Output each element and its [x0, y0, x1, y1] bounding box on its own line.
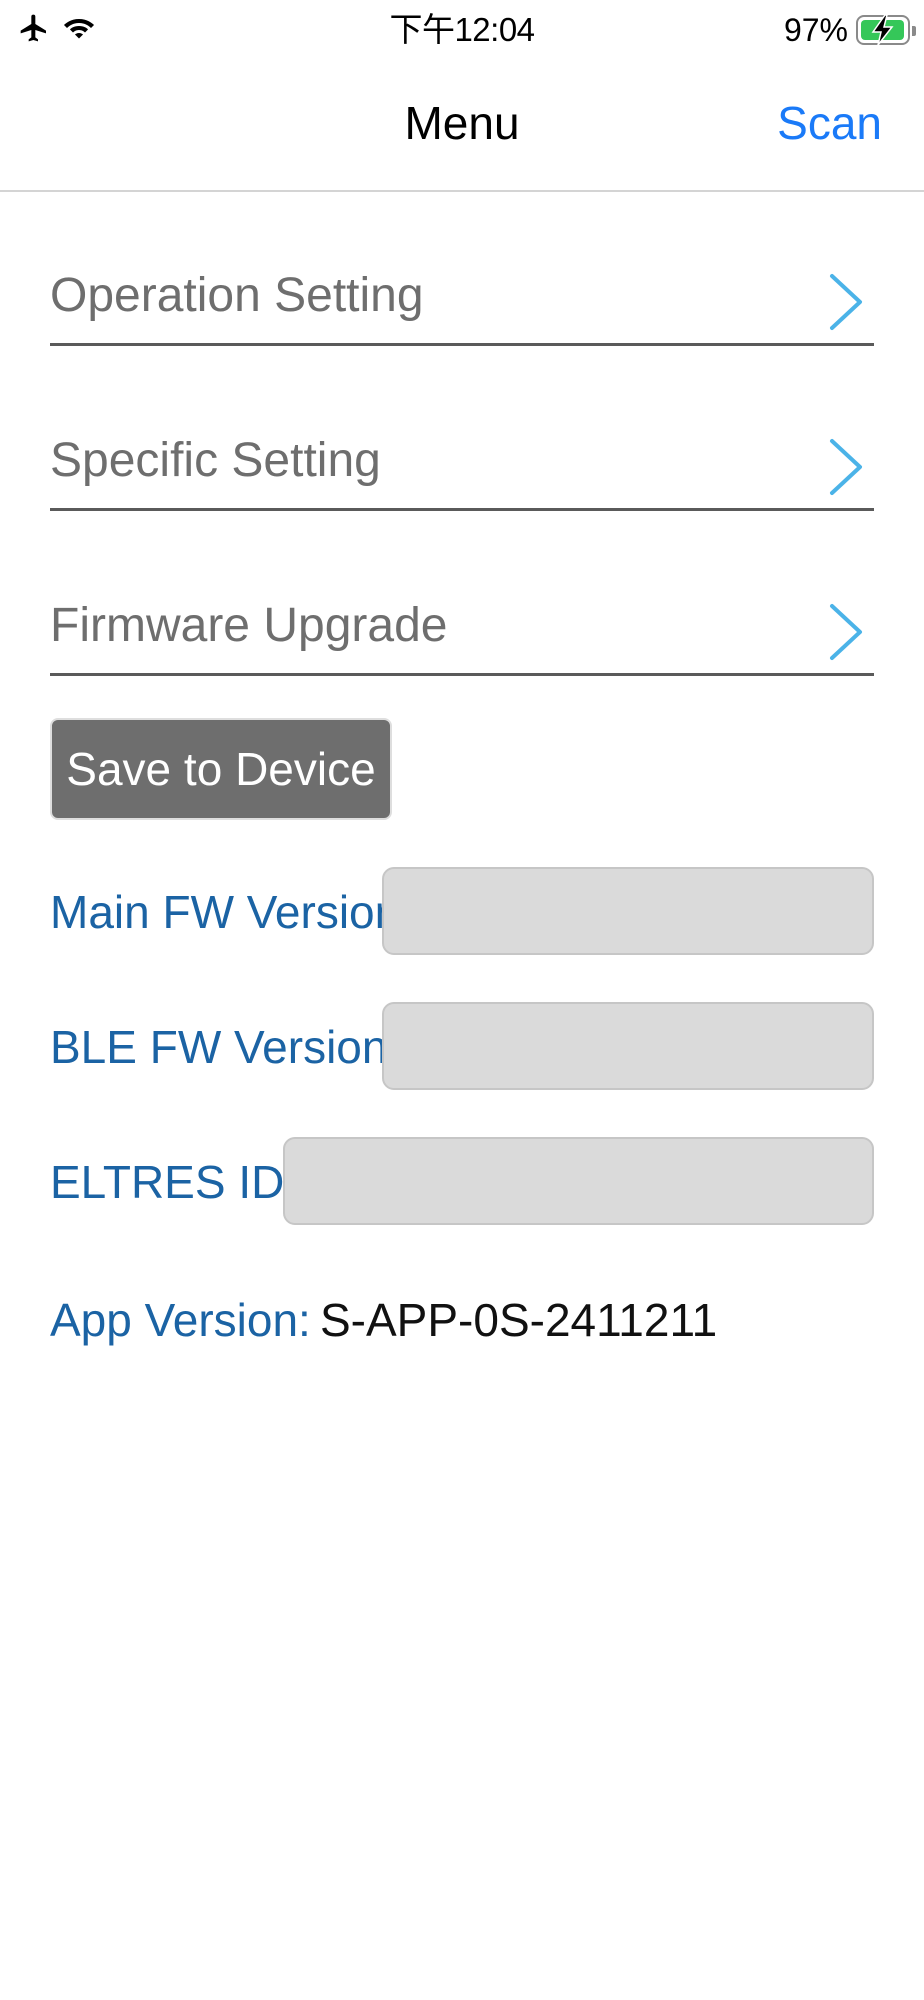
status-bar: 下午12:04 97%: [0, 0, 924, 62]
eltres-id-label: ELTRES ID:: [50, 1156, 298, 1208]
menu-item-label: Operation Setting: [50, 269, 424, 322]
navigation-bar: Menu Scan: [0, 62, 924, 192]
charging-bolt-icon: [871, 14, 894, 46]
status-right: 97%: [783, 10, 916, 50]
menu-item-operation-setting[interactable]: Operation Setting: [50, 226, 874, 346]
chevron-right-icon: [830, 604, 862, 660]
save-to-device-button[interactable]: Save to Device: [50, 718, 392, 820]
battery-cap: [912, 26, 916, 36]
menu-item-specific-setting[interactable]: Specific Setting: [50, 391, 874, 511]
chevron-right-icon: [830, 439, 862, 495]
battery-icon: [856, 14, 916, 46]
chevron-right-icon: [830, 274, 862, 330]
app-version-label: App Version:: [50, 1294, 311, 1346]
menu-item-label: Firmware Upgrade: [50, 599, 448, 652]
menu-item-label: Specific Setting: [50, 434, 381, 487]
eltres-id-field[interactable]: [283, 1137, 874, 1225]
app-version-value: S-APP-0S-2411211: [320, 1294, 718, 1346]
ble-fw-version-field[interactable]: [382, 1002, 874, 1090]
menu-item-firmware-upgrade[interactable]: Firmware Upgrade: [50, 556, 874, 676]
scan-button[interactable]: Scan: [777, 96, 882, 150]
ble-fw-version-label: BLE FW Version:: [50, 1021, 401, 1073]
main-fw-version-label: Main FW Version:: [50, 886, 413, 938]
main-fw-version-field[interactable]: [382, 867, 874, 955]
battery-percent: 97%: [783, 12, 848, 48]
